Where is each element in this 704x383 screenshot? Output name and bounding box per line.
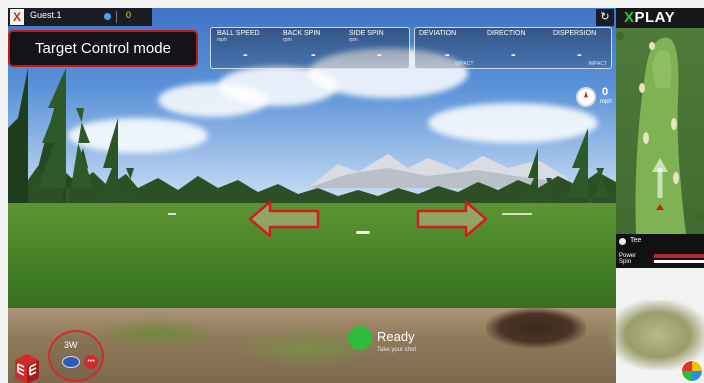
ready-indicator: [348, 326, 372, 350]
spin-label: Spin: [619, 259, 632, 265]
player-score: 0: [126, 10, 132, 20]
accuracy-stats-panel: DEVIATION - DIRECTION - DISPERSION - IMP…: [414, 27, 612, 69]
stat-label: BACK SPIN: [283, 30, 321, 37]
spin-bar: [654, 260, 704, 263]
stat-dispersion: DISPERSION: [553, 30, 596, 37]
stat-unit: mph: [217, 37, 227, 43]
golf-simulator-screen: X Guest.1 0 BALL SPEED mph - BACK SPIN r…: [8, 8, 704, 383]
divider: [116, 11, 117, 23]
stat-value: -: [377, 46, 382, 62]
stat-label: DISPERSION: [553, 30, 597, 37]
chart-pie-icon[interactable]: [680, 359, 704, 383]
app-logo-icon[interactable]: [13, 354, 41, 383]
golf-club-icon[interactable]: [62, 356, 80, 368]
stat-label: DEVIATION: [419, 30, 457, 37]
stat-direction: DIRECTION: [487, 30, 526, 37]
mode-popup: Target Control mode: [8, 30, 198, 67]
stat-unit: rpm: [283, 37, 292, 43]
grass-patch: [98, 318, 218, 348]
stat-value: -: [243, 46, 248, 62]
stat-unit: rpm: [349, 37, 358, 43]
player-name: Guest.1: [30, 10, 62, 20]
stat-back-spin: BACK SPIN rpm: [283, 30, 320, 43]
power-bar: [654, 254, 704, 258]
wind-compass-icon: [576, 87, 596, 107]
hole-minimap[interactable]: [616, 28, 704, 234]
tee-icon: [619, 238, 626, 245]
brand-logo: XPLAY: [616, 8, 704, 28]
shot-info-panel: Tee Power Spin: [616, 234, 704, 268]
distance-marker: [502, 213, 532, 215]
brand-name: PLAY: [634, 9, 676, 26]
refresh-button[interactable]: ↻: [596, 9, 614, 26]
player-logo-icon: X: [10, 9, 24, 25]
club-label: 3W: [64, 340, 78, 350]
status-subtext: Take your shot: [377, 347, 417, 353]
distance-marker: [168, 213, 176, 215]
tee-label: Tee: [630, 237, 642, 244]
tree-cluster-left: [8, 68, 138, 218]
refresh-icon: ↻: [600, 11, 610, 23]
stat-label: SIDE SPIN: [349, 30, 384, 37]
player-bar[interactable]: X Guest.1 0: [8, 8, 152, 26]
stat-side-spin: SIDE SPIN rpm: [349, 30, 384, 43]
stat-ball-speed: BALL SPEED mph: [217, 30, 260, 43]
stat-value: -: [577, 46, 582, 62]
stat-value: -: [445, 46, 450, 62]
bush: [486, 308, 586, 348]
stat-label: DIRECTION: [487, 30, 526, 37]
wind-unit: mph: [600, 99, 612, 105]
distance-marker: [356, 231, 370, 234]
brand-x: X: [624, 9, 635, 26]
impact-label: IMPACT: [588, 61, 607, 67]
minimap-course: [616, 32, 704, 234]
ball-stats-panel: BALL SPEED mph - BACK SPIN rpm - SIDE SP…: [210, 27, 410, 69]
status-label: Ready: [377, 329, 415, 344]
tree-cluster-right: [522, 128, 610, 213]
cloud: [158, 83, 268, 117]
more-icon[interactable]: •••: [84, 355, 98, 369]
stat-label: BALL SPEED: [217, 30, 260, 37]
wind-speed: 0: [602, 86, 609, 98]
stat-value: -: [311, 46, 316, 62]
stat-deviation: DEVIATION: [419, 30, 456, 37]
left-arrow-icon[interactable]: [248, 200, 320, 238]
player-status-icon: [104, 13, 111, 20]
right-arrow-icon[interactable]: [416, 200, 488, 238]
impact-label: IMPACT: [455, 61, 474, 67]
stat-value: -: [511, 46, 516, 62]
